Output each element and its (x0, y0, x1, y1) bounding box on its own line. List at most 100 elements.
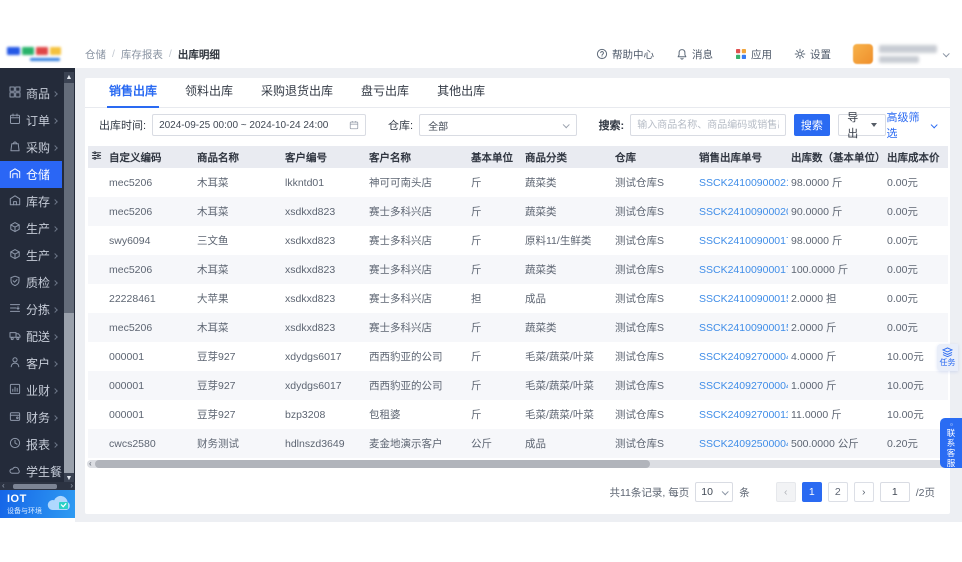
delivery-icon (9, 329, 26, 344)
table-cell: mec5206 (106, 197, 194, 226)
table-cell: 测试仓库S (615, 351, 665, 363)
record-count-text: 共11条记录, 每页 (609, 486, 690, 499)
column-header: 客户编号 (282, 146, 366, 168)
column-header: 商品名称 (194, 146, 282, 168)
search-button[interactable]: 搜索 (793, 114, 831, 136)
iot-banner[interactable]: IOT 设备与环境 (0, 490, 75, 518)
outbound-order-link[interactable]: SSCK24100900017 (699, 235, 788, 247)
outbound-order-link[interactable]: SSCK24092700004 (699, 351, 788, 363)
page-jump-input[interactable] (879, 482, 910, 502)
table-cell: SSCK24100900015 (696, 313, 788, 342)
date-range-input[interactable]: 2024-09-25 00:00 ~ 2024-10-24 24:00 (152, 114, 367, 136)
account-menu[interactable] (853, 44, 950, 64)
sidebar-item-qc[interactable]: 质检 (0, 269, 62, 296)
outbound-order-link[interactable]: SSCK24100900015 (699, 293, 788, 305)
table-header-row: 自定义编码 商品名称 客户编号 客户名称 基本单位 商品分类 仓库 销售出库单号 出库数（基本单… (88, 146, 948, 168)
scroll-left-icon[interactable]: ‹ (0, 482, 7, 490)
row-leading-cell (88, 400, 106, 429)
tab-1[interactable]: 销售出库 (95, 82, 171, 108)
table-cell: xdydgs6017 (282, 371, 366, 400)
chevron-right-icon (52, 414, 58, 421)
contact-support-fab[interactable]: 联系客服 (940, 418, 962, 468)
sidebar-item-delivery[interactable]: 配送 (0, 323, 62, 350)
table-cell: 测试仓库S (612, 313, 696, 342)
scroll-up-icon[interactable]: ▲ (64, 72, 74, 83)
tab-3[interactable]: 采购退货出库 (247, 82, 347, 107)
chevron-right-icon (52, 387, 58, 394)
table-cell: 斤 (468, 371, 522, 400)
scroll-left-icon[interactable]: ‹ (87, 460, 94, 468)
sidebar-scrollbar-thumb[interactable] (64, 83, 74, 313)
prev-page-button[interactable]: ‹ (775, 482, 796, 502)
sidebar-item-report[interactable]: 报表 (0, 431, 62, 458)
tab-bar: 销售出库 领料出库 采购退货出库 盘亏出库 其他出库 (85, 78, 950, 108)
sidebar-item-sorting[interactable]: 分拣 (0, 296, 62, 323)
sidebar-item-label: 生产 (26, 249, 51, 263)
sidebar-item-production[interactable]: 生产 (0, 242, 62, 269)
breadcrumb-item[interactable]: 仓储 (85, 47, 106, 62)
sidebar-horizontal-scrollbar[interactable]: ‹ › (0, 482, 75, 490)
sidebar-hscrollbar-thumb[interactable] (12, 483, 57, 489)
table-cell: 11.0000 斤 (791, 409, 842, 421)
sidebar-item-warehouse[interactable]: 仓储 (0, 161, 62, 188)
outbound-order-link[interactable]: SSCK24100900020 (699, 206, 788, 218)
total-pages-text: /2页 (915, 486, 935, 499)
warehouse-select[interactable]: 全部 (419, 114, 577, 136)
outbound-order-link[interactable]: SSCK24100900015 (699, 322, 788, 334)
topnav-apps[interactable]: 应用 (735, 47, 772, 62)
table-cell: 包租婆 (369, 409, 401, 421)
sidebar-item-inventory[interactable]: 库存 (0, 188, 62, 215)
task-fab[interactable]: 任务 (937, 344, 958, 371)
tab-4[interactable]: 盘亏出库 (347, 82, 423, 107)
sidebar-item-production[interactable]: 生产 (0, 215, 62, 242)
sidebar-item-purchase[interactable]: 采购 (0, 134, 62, 161)
table-cell: 公斤 (468, 429, 522, 458)
outbound-order-link[interactable]: SSCK24100900017 (699, 264, 788, 276)
table-row: mec5206 木耳菜 lkkntd01 神可可南头店 斤 蔬菜类 测试仓库S SSCK241… (88, 168, 948, 197)
table-row: mec5206 木耳菜 xsdkxd823 赛士多科兴店斤蔬菜类 测试仓库S SSCK24… (88, 197, 948, 226)
search-input[interactable] (630, 114, 786, 136)
page-button-1[interactable]: 1 (801, 482, 822, 502)
table-horizontal-scrollbar[interactable]: ‹ › (87, 460, 948, 468)
breadcrumb-item[interactable]: 库存报表 (121, 47, 163, 62)
column-settings-icon[interactable] (91, 150, 102, 164)
next-page-button[interactable]: › (853, 482, 874, 502)
table-cell: 测试仓库S (615, 177, 665, 189)
table-cell: 毛菜/蔬菜/叶菜 (525, 351, 594, 363)
sidebar-item-bizfinance[interactable]: 业财 (0, 377, 62, 404)
table-cell: 神可可南头店 (369, 177, 432, 189)
table-cell: 成品 (522, 429, 612, 458)
outbound-order-link[interactable]: SSCK24092500004 (699, 438, 788, 450)
table-row: 000001 豆芽927 xdydgs6017 西西豹亚的公司斤毛菜/蔬菜/叶菜 测试仓… (88, 371, 948, 400)
export-button[interactable]: 导出 (838, 112, 887, 140)
table-cell: 测试仓库S (615, 235, 665, 247)
table-cell: 斤 (471, 177, 482, 189)
tab-2[interactable]: 领料出库 (171, 82, 247, 107)
help-icon (596, 48, 608, 60)
table-cell: 蔬菜类 (522, 255, 612, 284)
sidebar-vertical-scrollbar[interactable]: ▲ ▼ (64, 72, 74, 484)
table-cell: 赛士多科兴店 (369, 293, 432, 305)
tab-5[interactable]: 其他出库 (423, 82, 499, 107)
table-cell: 98.0000 斤 (791, 177, 843, 189)
sidebar-item-customer[interactable]: 客户 (0, 350, 62, 377)
breadcrumb: 仓储 / 库存报表 / 出库明细 (85, 47, 220, 62)
table-cell: mec5206 (109, 176, 153, 189)
topnav-gear[interactable]: 设置 (794, 47, 831, 62)
table-scrollbar-thumb[interactable] (95, 460, 650, 468)
advanced-filter-toggle[interactable]: 高级筛选 (886, 109, 938, 141)
bell-icon (676, 48, 688, 60)
page-button-2[interactable]: 2 (827, 482, 848, 502)
sidebar-item-student-meal[interactable]: 学生餐 (0, 458, 62, 480)
outbound-order-link[interactable]: SSCK24092700011 (699, 409, 788, 421)
sidebar-item-finance[interactable]: 财务 (0, 404, 62, 431)
outbound-order-link[interactable]: SSCK24092700004 (699, 380, 788, 392)
sidebar-item-order[interactable]: 订单 (0, 107, 62, 134)
topnav-help[interactable]: 帮助中心 (596, 47, 654, 62)
sidebar-item-goods[interactable]: 商品 (0, 80, 62, 107)
page-size-select[interactable]: 10 (695, 482, 734, 502)
topnav-bell[interactable]: 消息 (676, 47, 713, 62)
breadcrumb-separator: / (168, 48, 172, 60)
scroll-right-icon[interactable]: › (68, 482, 75, 490)
outbound-order-link[interactable]: SSCK24100900021 (699, 177, 788, 189)
